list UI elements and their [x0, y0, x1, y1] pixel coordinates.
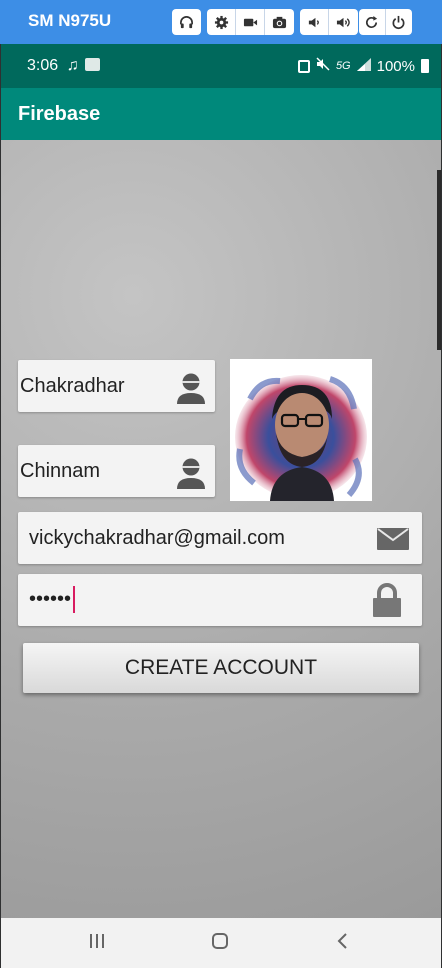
emulator-toolbar: SM N975U	[0, 0, 442, 44]
email-input[interactable]: vickychakradhar@gmail.com	[29, 527, 285, 550]
settings-icon[interactable]	[207, 9, 236, 35]
last-name-input[interactable]: Chinnam	[20, 460, 100, 483]
battery-icon	[421, 59, 429, 73]
create-account-button[interactable]: CREATE ACCOUNT	[23, 643, 419, 693]
password-field[interactable]: ••••••	[18, 574, 422, 626]
camera-icon[interactable]	[265, 9, 294, 35]
music-note-icon: ♫	[66, 57, 79, 74]
first-name-input[interactable]: Chakradhar	[20, 375, 125, 398]
emulator-group-audio	[172, 9, 201, 35]
app-notification-icon	[85, 58, 101, 71]
headphones-icon[interactable]	[172, 9, 201, 35]
text-cursor	[73, 586, 75, 613]
person-icon	[176, 372, 206, 409]
profile-photo[interactable]	[230, 359, 372, 501]
phone-screen: 3:06 ♫ 5G 100% Firebase Chakradhar Chinn…	[1, 44, 441, 968]
first-name-field[interactable]: Chakradhar	[18, 360, 215, 412]
back-icon[interactable]	[336, 932, 350, 955]
emulator-group-media	[207, 9, 294, 35]
device-name: SM N975U	[28, 11, 112, 30]
app-title: Firebase	[18, 103, 101, 125]
rotate-icon[interactable]	[359, 9, 386, 35]
battery-level: 100%	[376, 57, 415, 75]
volume-down-icon[interactable]	[300, 9, 329, 35]
scroll-indicator	[437, 170, 441, 350]
email-field[interactable]: vickychakradhar@gmail.com	[18, 512, 422, 564]
signal-icon	[356, 57, 371, 75]
navigation-bar	[1, 918, 441, 968]
network-label: 5G	[335, 60, 351, 72]
home-icon[interactable]	[211, 932, 229, 955]
power-icon[interactable]	[386, 9, 412, 35]
mute-icon	[316, 57, 330, 75]
password-input[interactable]: ••••••	[29, 588, 71, 611]
person-icon	[176, 457, 206, 494]
last-name-field[interactable]: Chinnam	[18, 445, 215, 497]
emulator-group-power	[359, 9, 412, 35]
app-bar: Firebase	[1, 88, 441, 140]
video-icon[interactable]	[236, 9, 265, 35]
status-right: 5G 100%	[297, 57, 429, 75]
mail-icon	[377, 528, 409, 555]
volume-up-icon[interactable]	[329, 9, 358, 35]
status-time: 3:06 ♫	[27, 57, 101, 75]
emulator-group-volume	[300, 9, 358, 35]
status-bar: 3:06 ♫ 5G 100%	[1, 44, 441, 88]
lock-icon	[372, 583, 402, 622]
nfc-icon	[297, 59, 310, 73]
recents-icon[interactable]	[88, 932, 106, 955]
registration-form: Chakradhar Chinnam vickychakradhar@gmail…	[1, 140, 441, 918]
